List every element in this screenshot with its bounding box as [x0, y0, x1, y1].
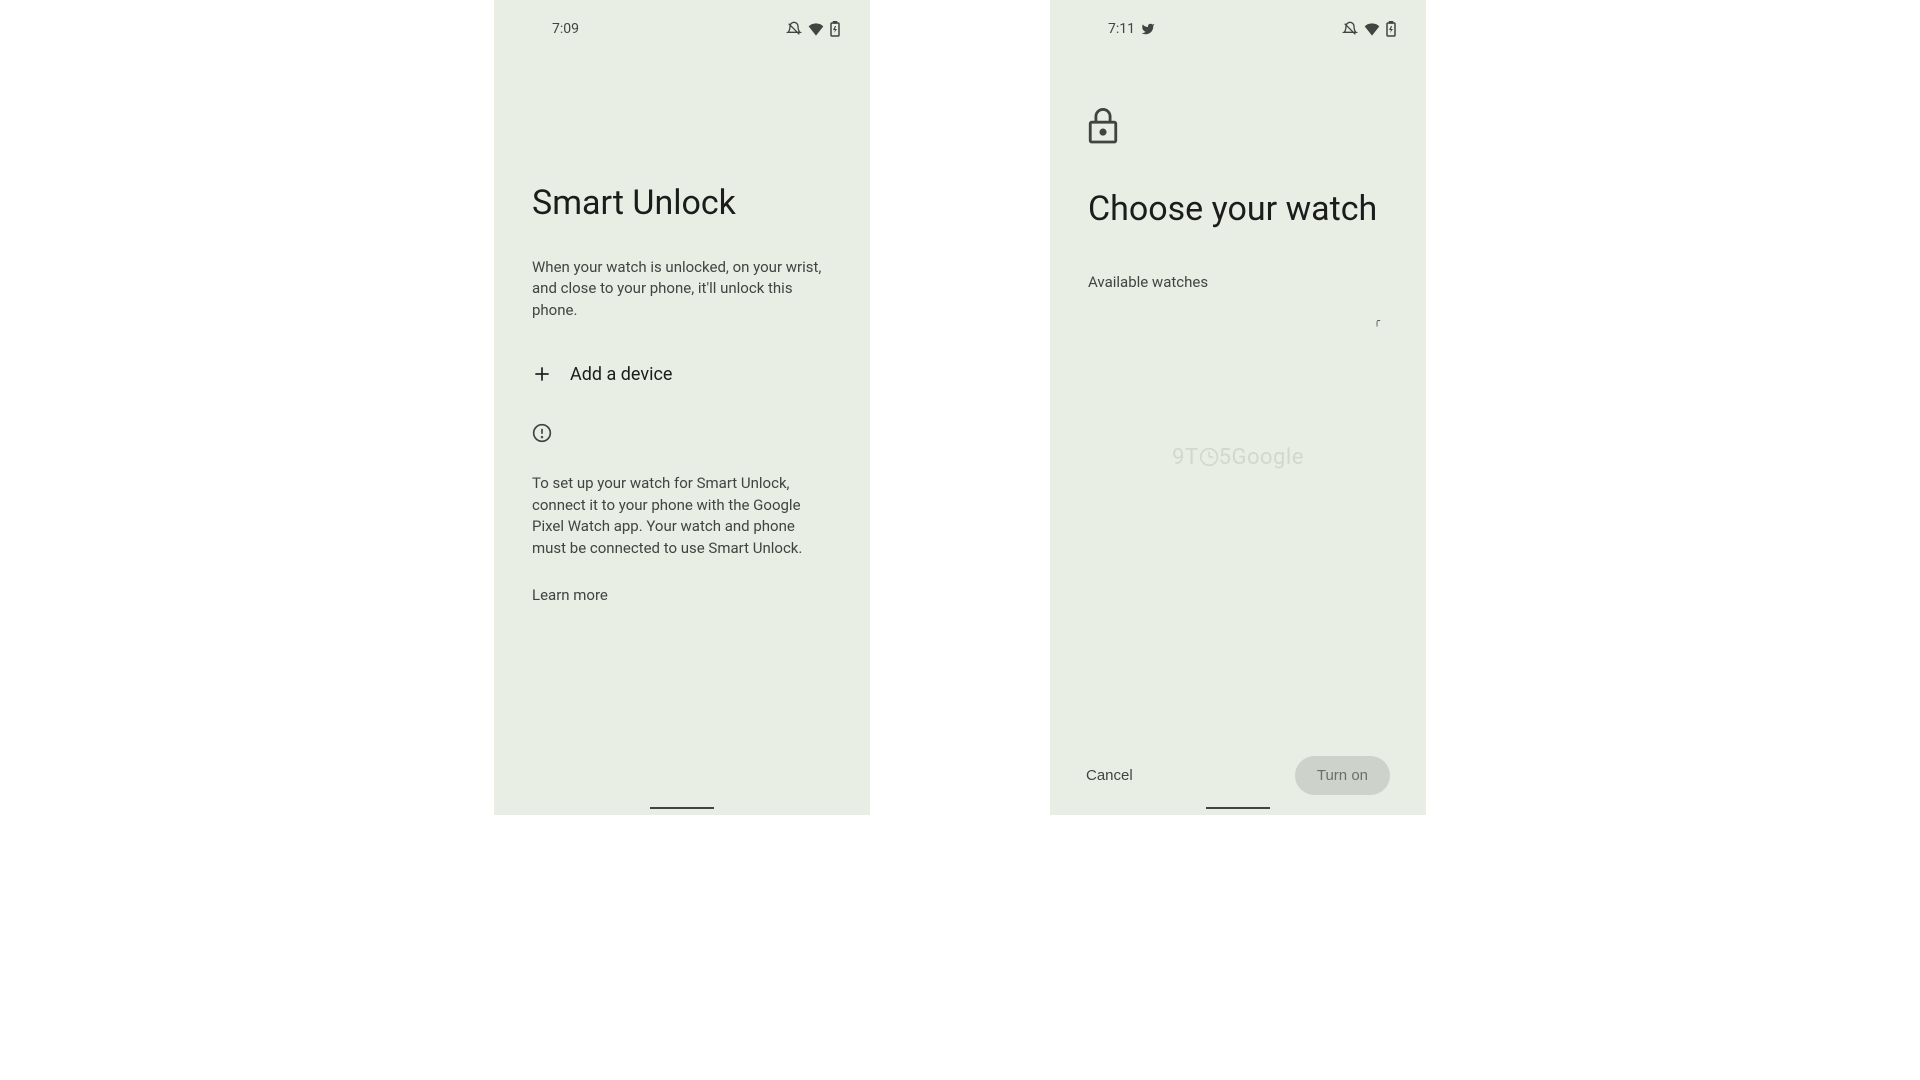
add-device-label: Add a device [570, 364, 672, 385]
lock-icon [1086, 104, 1388, 150]
status-bar: 7:09 [494, 0, 870, 42]
content-area: Choose your watch Available watches ╭ 9T… [1050, 42, 1426, 815]
notifications-off-icon [1342, 21, 1358, 37]
plus-icon [532, 364, 552, 384]
add-device-button[interactable]: Add a device [532, 364, 832, 385]
phone-screenshot-2: 7:11 [1050, 0, 1426, 815]
status-bar: 7:11 [1050, 0, 1426, 42]
battery-icon [1386, 21, 1396, 37]
twitter-icon [1141, 22, 1155, 36]
info-text: To set up your watch for Smart Unlock, c… [532, 473, 832, 560]
learn-more-link[interactable]: Learn more [532, 586, 832, 604]
footer-buttons: Cancel Turn on [1050, 756, 1426, 795]
phone-screenshot-1: 7:09 Smart U [494, 0, 870, 815]
notifications-off-icon [786, 21, 802, 37]
navigation-handle[interactable] [1206, 807, 1270, 809]
wifi-icon [808, 22, 824, 36]
status-time: 7:11 [1108, 21, 1135, 37]
turn-on-button[interactable]: Turn on [1295, 756, 1390, 795]
status-left: 7:09 [552, 21, 579, 37]
watermark-text: 9T5Google [1172, 445, 1304, 470]
status-left: 7:11 [1108, 21, 1155, 37]
cancel-button[interactable]: Cancel [1086, 767, 1133, 784]
navigation-handle[interactable] [650, 807, 714, 809]
page-subtitle: When your watch is unlocked, on your wri… [532, 257, 832, 322]
loading-spinner-icon: ╭ [1374, 316, 1380, 327]
content-area: Smart Unlock When your watch is unlocked… [494, 42, 870, 815]
info-icon [532, 423, 832, 447]
page-title: Smart Unlock [532, 182, 832, 225]
status-right [786, 21, 840, 37]
status-time: 7:09 [552, 21, 579, 37]
battery-icon [830, 21, 840, 37]
status-right [1342, 21, 1396, 37]
wifi-icon [1364, 22, 1380, 36]
page-title: Choose your watch [1088, 188, 1388, 231]
available-watches-label: Available watches [1088, 273, 1388, 291]
